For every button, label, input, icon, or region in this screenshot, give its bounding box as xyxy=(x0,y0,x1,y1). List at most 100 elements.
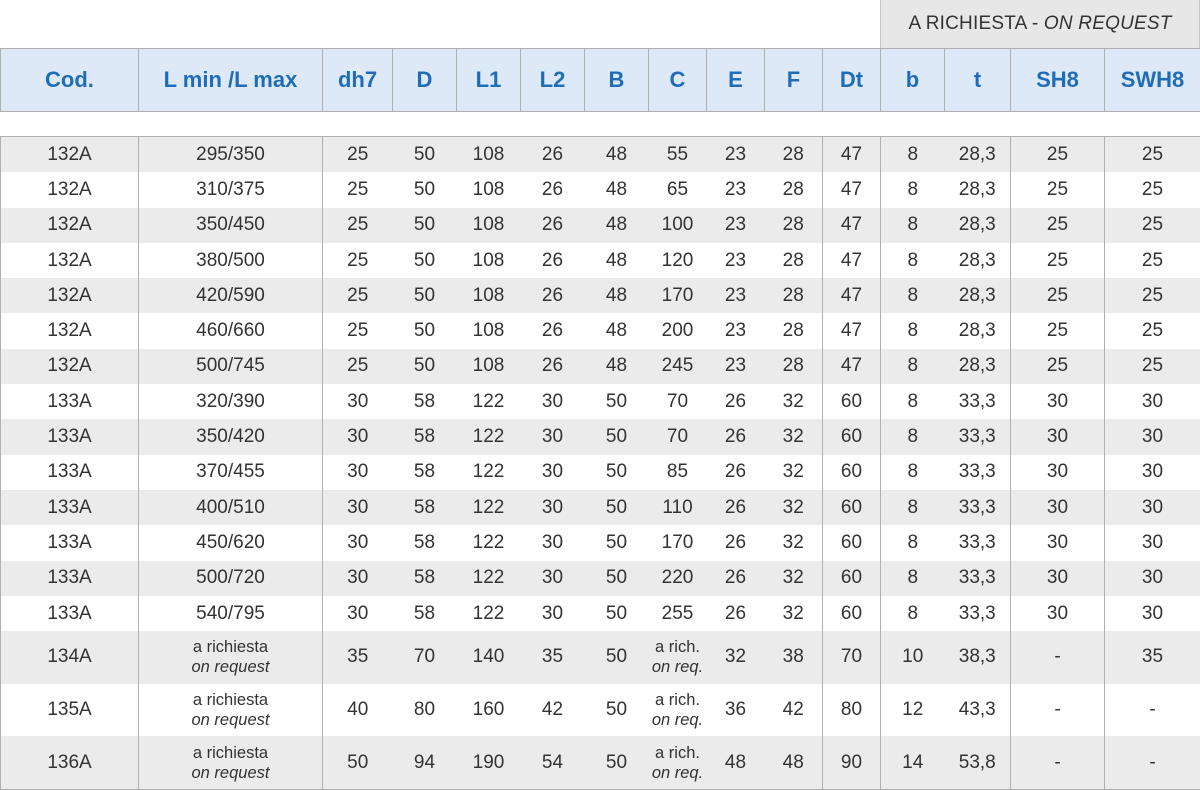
table-cell: 320/390 xyxy=(138,384,323,420)
table-cell: 28 xyxy=(764,172,823,208)
column-header-dt: Dt xyxy=(822,48,881,112)
table-cell: 30 xyxy=(520,384,585,420)
table-cell: 108 xyxy=(456,172,521,208)
table-cell: 32 xyxy=(764,560,823,596)
table-cell: 94 xyxy=(392,736,457,790)
table-cell: 50 xyxy=(584,384,649,420)
on-request-note: a richiesta on request xyxy=(192,637,270,677)
table-cell: 47 xyxy=(822,172,881,208)
table-cell: 25 xyxy=(322,242,393,279)
on-request-note-en: on req. xyxy=(651,711,704,730)
on-request-note-en: on request xyxy=(191,763,270,782)
on-request-banner-en: ON REQUEST xyxy=(1043,13,1172,34)
on-request-note-it: a rich. xyxy=(655,743,700,762)
on-request-note: a rich. on req. xyxy=(652,690,703,730)
table-cell: 25 xyxy=(1010,172,1105,208)
table-cell: 40 xyxy=(322,683,393,737)
table-cell: 33,3 xyxy=(944,560,1011,596)
table-cell: 170 xyxy=(648,278,707,314)
table-cell: 26 xyxy=(520,207,585,243)
table-cell: 30 xyxy=(1010,454,1105,490)
table-cell: a rich. on req. xyxy=(648,683,707,737)
table-cell: 50 xyxy=(322,736,393,790)
table-cell: 132A xyxy=(0,278,139,314)
table-cell: 48 xyxy=(584,207,649,243)
table-cell: a richiesta on request xyxy=(138,683,323,737)
table-row: 133A 350/420 30 58 122 30 50 70 26 32 60 8 33,3 30 30 xyxy=(0,419,1200,455)
table-cell: 47 xyxy=(822,278,881,314)
table-cell: 35 xyxy=(322,631,393,684)
table-cell: 133A xyxy=(0,384,139,420)
table-cell: 135A xyxy=(0,683,139,737)
table-cell: 8 xyxy=(880,348,945,385)
column-header-dh7: dh7 xyxy=(322,48,393,112)
table-cell: 30 xyxy=(1010,595,1105,632)
table-cell: 8 xyxy=(880,595,945,632)
table-cell: 60 xyxy=(822,560,881,596)
table-cell: 32 xyxy=(764,419,823,455)
table-row: 132A 420/590 25 50 108 26 48 170 23 28 47 8 28,3 25 25 xyxy=(0,278,1200,314)
table-cell: 50 xyxy=(584,595,649,632)
table-cell: 30 xyxy=(1010,384,1105,420)
table-cell: a richiesta on request xyxy=(138,631,323,684)
column-header-b: b xyxy=(880,48,945,112)
table-cell: 53,8 xyxy=(944,736,1011,790)
table-cell: 140 xyxy=(456,631,521,684)
table-cell: 60 xyxy=(822,384,881,420)
table-row: 132A 295/350 25 50 108 26 48 55 23 28 47 8 28,3 25 25 xyxy=(0,136,1200,173)
table-cell: 350/420 xyxy=(138,419,323,455)
column-header-swh8: SWH8 xyxy=(1104,48,1200,112)
table-cell: 30 xyxy=(322,489,393,526)
table-cell: 8 xyxy=(880,454,945,490)
table-cell: 8 xyxy=(880,172,945,208)
table-cell: 122 xyxy=(456,489,521,526)
table-cell: 50 xyxy=(392,172,457,208)
table-cell: - xyxy=(1010,683,1105,737)
table-cell: 30 xyxy=(1104,595,1200,632)
table-cell: 132A xyxy=(0,207,139,243)
table-cell: 48 xyxy=(584,313,649,349)
table-cell: 26 xyxy=(706,454,765,490)
table-cell: 50 xyxy=(584,489,649,526)
table-cell: 23 xyxy=(706,278,765,314)
column-header-sh8: SH8 xyxy=(1010,48,1105,112)
table-cell: 540/795 xyxy=(138,595,323,632)
table-cell: 132A xyxy=(0,242,139,279)
table-cell: 28 xyxy=(764,242,823,279)
table-cell: 50 xyxy=(584,683,649,737)
table-row: 132A 350/450 25 50 108 26 48 100 23 28 47 8 28,3 25 25 xyxy=(0,207,1200,243)
table-cell: 30 xyxy=(1010,560,1105,596)
table-cell: 43,3 xyxy=(944,683,1011,737)
table-cell: 500/745 xyxy=(138,348,323,385)
column-header-f: F xyxy=(764,48,823,112)
table-cell: 133A xyxy=(0,454,139,490)
table-cell: 30 xyxy=(520,454,585,490)
table-cell: 12 xyxy=(880,683,945,737)
table-cell: 460/660 xyxy=(138,313,323,349)
table-cell: 23 xyxy=(706,172,765,208)
table-cell: 80 xyxy=(392,683,457,737)
table-cell: 28 xyxy=(764,348,823,385)
table-cell: 14 xyxy=(880,736,945,790)
column-header-cod: Cod. xyxy=(0,48,139,112)
column-header-l1: L1 xyxy=(456,48,521,112)
on-request-note-en: on request xyxy=(191,658,270,677)
table-cell: 28,3 xyxy=(944,242,1011,279)
table-cell: 30 xyxy=(322,419,393,455)
table-cell: 190 xyxy=(456,736,521,790)
table-cell: 33,3 xyxy=(944,595,1011,632)
table-cell: 8 xyxy=(880,136,945,173)
table-cell: 133A xyxy=(0,525,139,561)
table-cell: 23 xyxy=(706,242,765,279)
table-cell: 28 xyxy=(764,136,823,173)
table-cell: 50 xyxy=(584,560,649,596)
table-cell: 30 xyxy=(1104,384,1200,420)
table-cell: 32 xyxy=(706,631,765,684)
table-cell: 122 xyxy=(456,419,521,455)
table-cell: 28,3 xyxy=(944,136,1011,173)
table-cell: 30 xyxy=(322,454,393,490)
table-cell: 134A xyxy=(0,631,139,684)
table-cell: 133A xyxy=(0,560,139,596)
table-cell: 500/720 xyxy=(138,560,323,596)
table-cell: 108 xyxy=(456,136,521,173)
